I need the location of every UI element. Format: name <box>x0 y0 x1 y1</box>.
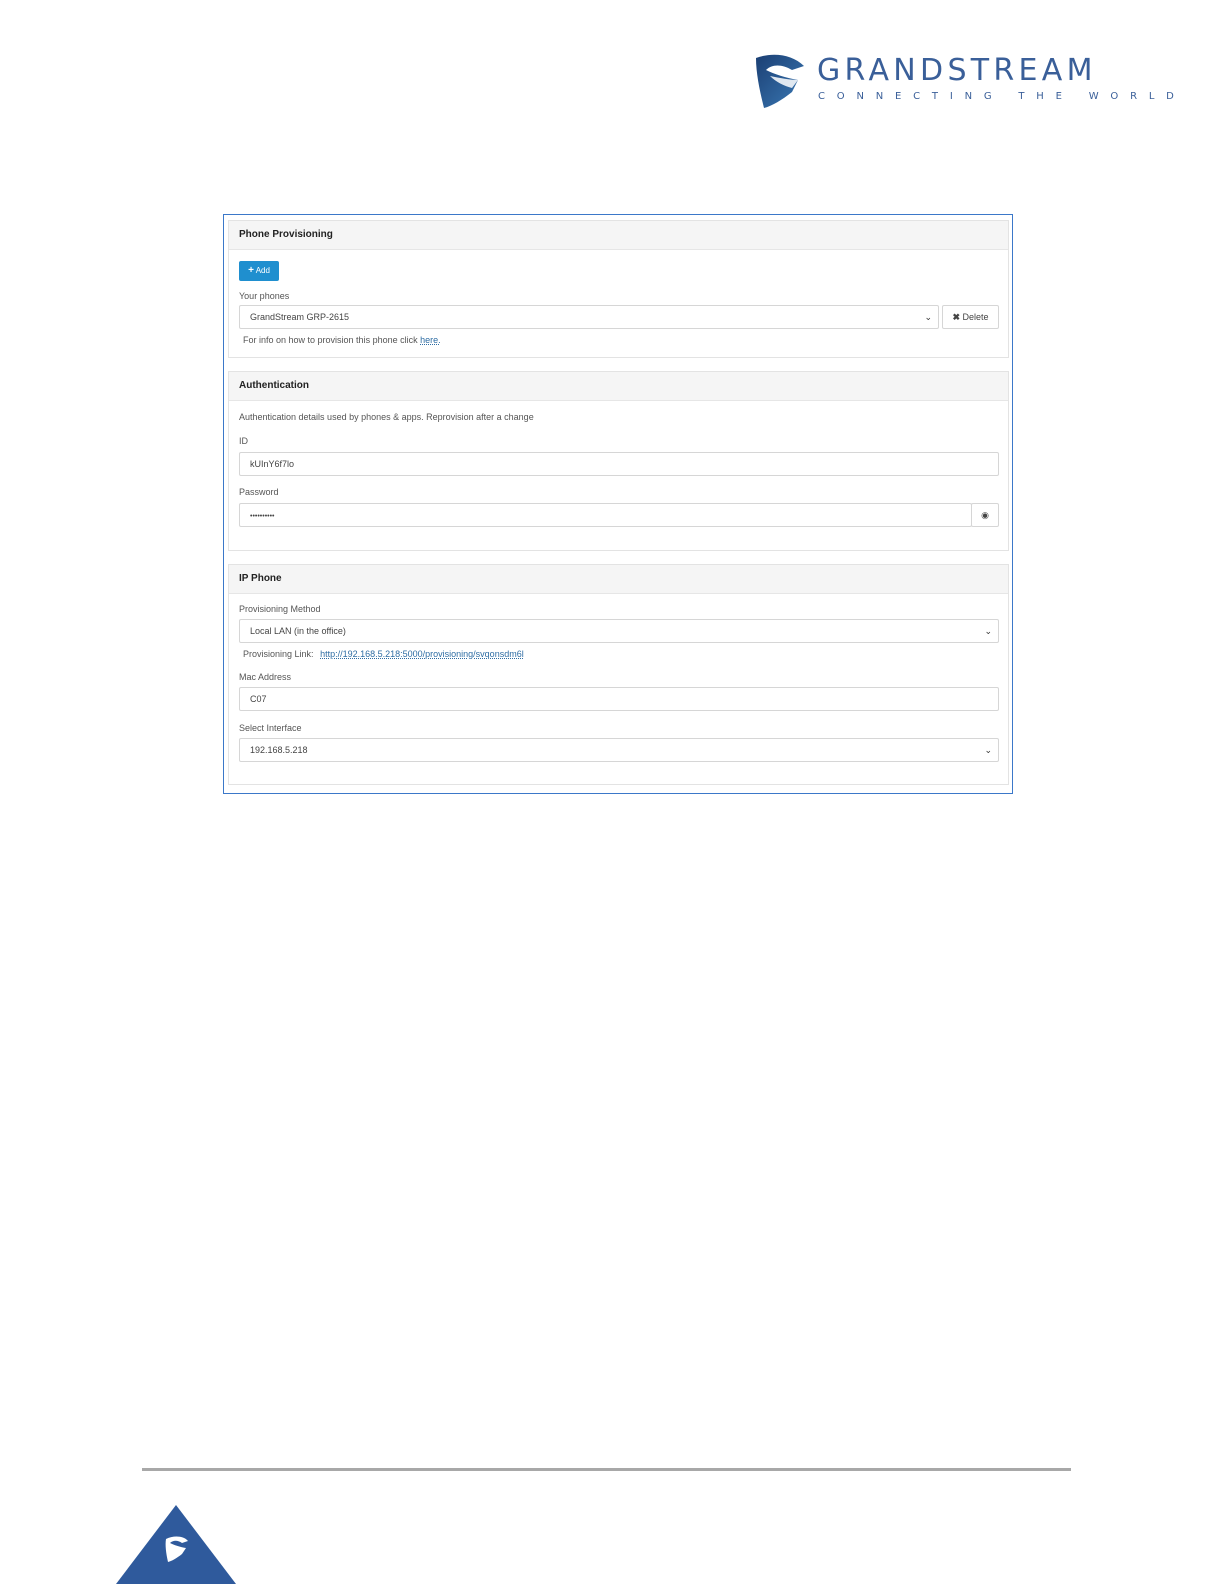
provision-info-link[interactable]: here. <box>420 335 441 345</box>
screenshot-frame: Phone Provisioning + Add Your phones Gra… <box>223 214 1013 794</box>
panel-title: Phone Provisioning <box>229 221 1008 250</box>
panel-title: IP Phone <box>229 565 1008 594</box>
chevron-down-icon: ⌄ <box>984 745 992 755</box>
provision-info: For info on how to provision this phone … <box>243 335 441 345</box>
add-button-label: Add <box>255 266 270 275</box>
grandstream-logo: GRANDSTREAM CONNECTING THE WORLD <box>752 52 1174 112</box>
id-label: ID <box>239 436 248 446</box>
provisioning-link[interactable]: http://192.168.5.218:5000/provisioning/s… <box>320 649 524 659</box>
chevron-down-icon: ⌄ <box>984 626 992 636</box>
mac-address-value: C07 <box>250 694 267 704</box>
brand-name: GRANDSTREAM <box>817 53 1097 88</box>
authentication-panel: Authentication Authentication details us… <box>228 371 1009 551</box>
phone-provisioning-panel: Phone Provisioning + Add Your phones Gra… <box>228 220 1009 358</box>
id-value: kUInY6f7lo <box>250 459 295 469</box>
chevron-down-icon: ⌄ <box>924 312 932 322</box>
panel-title: Authentication <box>229 372 1008 401</box>
brand-tagline: CONNECTING THE WORLD <box>818 91 1186 102</box>
password-field[interactable]: •••••••••• <box>239 503 972 527</box>
provisioning-method-label: Provisioning Method <box>239 604 321 614</box>
add-button[interactable]: + Add <box>239 261 279 281</box>
select-interface-label: Select Interface <box>239 723 302 733</box>
grandstream-footer-icon <box>116 1505 236 1584</box>
show-password-button[interactable]: ◉ <box>971 503 999 527</box>
mac-address-label: Mac Address <box>239 672 292 682</box>
footer-divider <box>142 1468 1071 1471</box>
mac-address-field[interactable]: C07 <box>239 687 999 711</box>
phone-select[interactable]: GrandStream GRP-2615 ⌄ <box>239 305 939 329</box>
authentication-description: Authentication details used by phones & … <box>239 412 534 422</box>
delete-button[interactable]: ✖ Delete <box>942 305 999 329</box>
provisioning-method-select[interactable]: Local LAN (in the office) ⌄ <box>239 619 999 643</box>
your-phones-label: Your phones <box>239 291 290 301</box>
id-field[interactable]: kUInY6f7lo <box>239 452 999 476</box>
delete-button-label: Delete <box>962 312 989 322</box>
ip-phone-panel: IP Phone Provisioning Method Local LAN (… <box>228 564 1009 785</box>
select-interface-select[interactable]: 192.168.5.218 ⌄ <box>239 738 999 762</box>
close-icon: ✖ <box>952 312 960 322</box>
selected-phone: GrandStream GRP-2615 <box>250 312 350 322</box>
password-value: •••••••••• <box>250 513 275 520</box>
select-interface-value: 192.168.5.218 <box>250 745 308 755</box>
plus-icon: + <box>248 265 254 276</box>
provisioning-method-value: Local LAN (in the office) <box>250 626 346 636</box>
provision-info-text: For info on how to provision this phone … <box>243 335 418 345</box>
provisioning-link-row: Provisioning Link: http://192.168.5.218:… <box>243 649 524 659</box>
password-label: Password <box>239 487 279 497</box>
provisioning-link-label: Provisioning Link: <box>243 649 314 659</box>
grandstream-logo-icon <box>756 54 804 108</box>
eye-icon: ◉ <box>981 510 989 520</box>
